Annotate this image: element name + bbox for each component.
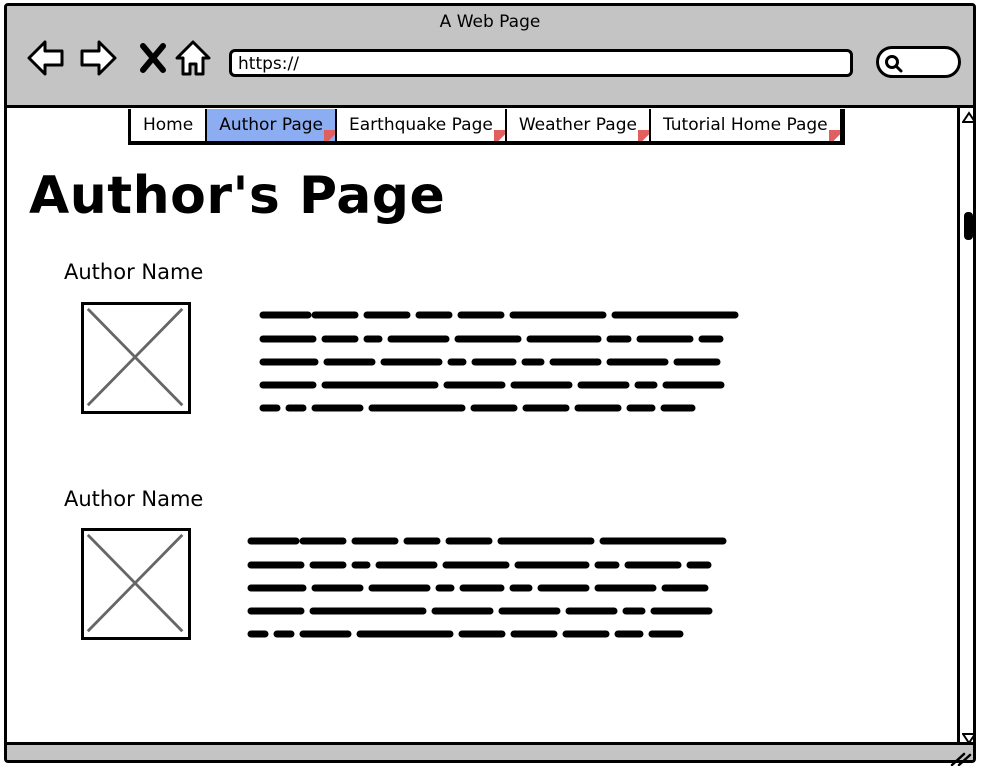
nav-menu-bar: Home Author Page Earthquake Page Weather… (128, 109, 845, 145)
link-marker-icon (637, 130, 649, 141)
link-marker-icon (828, 130, 840, 141)
nav-item-label: Home (143, 115, 194, 135)
page-title: Author's Page (29, 166, 446, 226)
link-marker-icon (493, 130, 505, 141)
nav-item-label: Author Page (219, 115, 323, 135)
author-name: Author Name (64, 260, 204, 284)
link-marker-icon (324, 130, 335, 141)
nav-item-label: Earthquake Page (349, 115, 493, 135)
author-name: Author Name (64, 487, 204, 511)
stop-x-icon[interactable] (133, 38, 173, 78)
nav-item-tutorial-home-page[interactable]: Tutorial Home Page (650, 109, 840, 141)
author-image-placeholder (81, 528, 191, 640)
nav-item-label: Tutorial Home Page (662, 115, 828, 135)
resize-grip-icon[interactable] (948, 752, 972, 766)
nav-item-weather-page[interactable]: Weather Page (506, 109, 651, 141)
browser-toolbar: A Web Page https:// (7, 6, 973, 108)
search-icon (885, 55, 903, 73)
nav-item-label: Weather Page (518, 115, 637, 135)
status-bar (7, 742, 973, 760)
vertical-scrollbar[interactable] (957, 108, 976, 748)
browser-window: A Web Page https:// Home Author Page Ear… (4, 3, 976, 763)
scrollbar-thumb[interactable] (964, 212, 973, 240)
browser-search-field[interactable] (876, 46, 961, 78)
home-icon[interactable] (173, 38, 213, 78)
url-input[interactable]: https:// (229, 49, 853, 77)
scroll-up-icon[interactable] (962, 111, 976, 123)
author-bio-text (259, 311, 739, 412)
window-title: A Web Page (439, 12, 541, 32)
forward-arrow-icon[interactable] (79, 38, 119, 78)
author-image-placeholder (81, 302, 191, 414)
author-bio-text (247, 537, 727, 638)
nav-item-author-page[interactable]: Author Page (207, 109, 337, 141)
back-arrow-icon[interactable] (25, 38, 65, 78)
nav-item-earthquake-page[interactable]: Earthquake Page (337, 109, 507, 141)
nav-item-home[interactable]: Home (131, 109, 208, 141)
